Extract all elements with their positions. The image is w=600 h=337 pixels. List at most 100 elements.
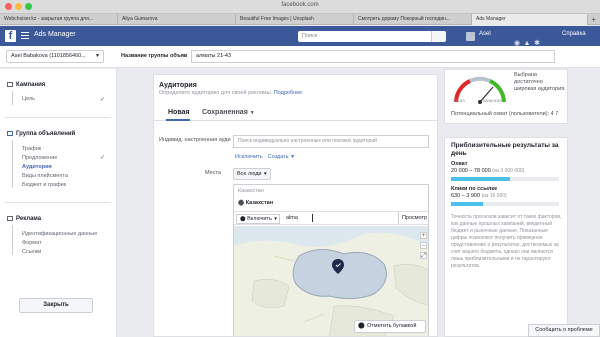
location-map[interactable]: + − ⤢ ⬤ Отметить булавкой bbox=[234, 226, 428, 336]
account-name: Asel Babakova (1101856460... bbox=[11, 53, 86, 59]
screen: facebook.com Webchoiser.kz - закрытая гр… bbox=[0, 0, 600, 337]
app-title: Ads Manager bbox=[34, 31, 76, 38]
divider bbox=[5, 202, 111, 203]
zoom-out-icon[interactable]: − bbox=[420, 242, 427, 249]
user-name[interactable]: Asel bbox=[479, 31, 491, 37]
chevron-down-icon: ▼ bbox=[249, 110, 255, 116]
preview-button[interactable]: Просмотр bbox=[398, 212, 428, 224]
estimated-results-panel: Приблизительные результаты за день Охват… bbox=[444, 137, 568, 337]
browser-tab[interactable]: Webchoiser.kz - закрытая группа для... bbox=[0, 14, 118, 25]
audience-size-panel: Узкая Широкая Выбрана достаточно широкая… bbox=[444, 69, 568, 124]
adset-name-label: Название группы объяв bbox=[121, 53, 188, 59]
adset-name-field[interactable]: алматы 21-43 bbox=[191, 50, 555, 63]
facebook-logo[interactable]: f bbox=[5, 30, 16, 42]
clicks-value: 630 – 3 900 (из 16 000) bbox=[451, 193, 507, 199]
address-bar[interactable]: facebook.com bbox=[0, 2, 600, 8]
report-problem-button[interactable]: Сообщить о проблеме bbox=[528, 324, 600, 337]
location-search-input[interactable]: alma bbox=[286, 215, 298, 221]
search-input[interactable]: Поиск bbox=[298, 31, 446, 42]
browser-tab[interactable]: Смотреть дораму Покорный господин... bbox=[354, 14, 472, 25]
check-icon: ✓ bbox=[100, 97, 106, 103]
new-tab-icon[interactable]: + bbox=[591, 14, 596, 25]
search-button[interactable] bbox=[431, 31, 446, 42]
create-link[interactable]: Создать bbox=[268, 154, 289, 160]
exclude-link[interactable]: Исключить bbox=[235, 154, 263, 160]
divider bbox=[5, 117, 111, 118]
avatar[interactable] bbox=[466, 32, 475, 41]
sidebar-item-objective[interactable]: Цель bbox=[22, 96, 35, 102]
browser-titlebar: facebook.com bbox=[0, 0, 600, 14]
chevron-down-icon: ▼ bbox=[290, 154, 296, 160]
chevron-down-icon: ▼ bbox=[95, 53, 100, 59]
sidebar-section-campaign[interactable]: Кампания bbox=[7, 82, 45, 88]
ad-icon bbox=[7, 216, 13, 221]
browser-tab[interactable]: Beautiful Free Images | Unsplash bbox=[236, 14, 354, 25]
clicks-bar-fill bbox=[451, 202, 484, 206]
results-title: Приблизительные результаты за день bbox=[451, 142, 559, 157]
sidebar-item-offer[interactable]: Предложение bbox=[22, 155, 57, 161]
browser-tab[interactable]: Aliya Gumarova bbox=[118, 14, 236, 25]
account-selector[interactable]: Asel Babakova (1101856460... ▼ bbox=[6, 50, 104, 63]
sidebar-item-audience[interactable]: Аудитория bbox=[22, 164, 52, 170]
sidebar-item-placements[interactable]: Виды плейсмента bbox=[22, 173, 68, 179]
text-cursor bbox=[312, 214, 313, 222]
context-bar: Asel Babakova (1101856460... ▼ Название … bbox=[0, 46, 600, 68]
sidebar-section-adset[interactable]: Группа объявлений bbox=[7, 131, 75, 137]
campaign-icon bbox=[7, 82, 13, 87]
gauge-wide-label: Широкая bbox=[483, 98, 502, 103]
menu-icon[interactable] bbox=[21, 32, 29, 41]
check-icon: ✓ bbox=[100, 155, 106, 161]
reach-bar bbox=[451, 177, 559, 181]
audience-links: Исключить · Создать ▼ bbox=[235, 154, 295, 160]
clicks-bar bbox=[451, 202, 559, 206]
audience-card: Аудитория Определите аудиторию для своей… bbox=[153, 74, 438, 337]
scrollbar[interactable] bbox=[596, 69, 600, 337]
custom-audience-input[interactable]: Поиск индивидуально настроенных или похо… bbox=[233, 135, 429, 148]
potential-reach: Потенциальный охват (пользователи): 4 7 bbox=[451, 111, 559, 117]
pin-icon: ⬤ bbox=[358, 323, 365, 329]
audience-title: Аудитория bbox=[159, 82, 197, 89]
audience-tabs: Новая Сохраненная ▼ bbox=[154, 104, 437, 121]
location-group-header: Казахстан bbox=[238, 188, 264, 194]
learn-more-link[interactable]: Подробнее bbox=[274, 90, 303, 96]
drop-pin-button[interactable]: ⬤ Отметить булавкой bbox=[354, 320, 426, 333]
pin-icon: ⬤ bbox=[238, 200, 245, 206]
clicks-label: Клики по ссылке bbox=[451, 186, 498, 192]
places-label: Места bbox=[205, 170, 221, 176]
sidebar: Кампания Цель ✓ Группа объявлений Трафик… bbox=[0, 69, 117, 337]
pin-icon: ⬤ bbox=[240, 216, 246, 222]
right-panel: Узкая Широкая Выбрана достаточно широкая… bbox=[444, 69, 568, 337]
adset-icon bbox=[7, 131, 13, 136]
sidebar-item-identity[interactable]: Идентификационные данные bbox=[22, 231, 97, 237]
browser-tab-active[interactable]: Ads Manager bbox=[472, 14, 588, 25]
location-item[interactable]: ⬤ Казахстан bbox=[238, 200, 273, 206]
reach-value: 20 000 – 78 000 (из 3 000 000) bbox=[451, 168, 525, 174]
fb-top-bar: f Ads Manager Поиск Asel ◉ ▲ ✱ Справка bbox=[0, 26, 600, 47]
sidebar-section-ad[interactable]: Реклама bbox=[7, 216, 41, 222]
tab-new[interactable]: Новая bbox=[168, 109, 190, 116]
reach-bar-fill bbox=[451, 177, 511, 181]
sidebar-item-format[interactable]: Формат bbox=[22, 240, 42, 246]
include-select[interactable]: ⬤ Включить ▼ bbox=[236, 214, 280, 224]
search-placeholder: Поиск bbox=[302, 33, 318, 39]
sidebar-item-traffic[interactable]: Трафик bbox=[22, 146, 41, 152]
gauge-narrow-label: Узкая bbox=[453, 98, 465, 103]
places-select[interactable]: Все люди ▼ bbox=[233, 168, 271, 180]
tab-saved[interactable]: Сохраненная ▼ bbox=[202, 109, 255, 116]
reach-label: Охват bbox=[451, 161, 468, 167]
chevron-down-icon: ▼ bbox=[273, 216, 278, 221]
fullscreen-icon[interactable]: ⤢ bbox=[420, 252, 427, 259]
location-search-row: ⬤ Включить ▼ alma Просмотр bbox=[234, 211, 428, 225]
nav-line bbox=[12, 140, 13, 188]
results-disclaimer: Точность прогнозов зависит от таких факт… bbox=[451, 214, 562, 269]
sidebar-item-links[interactable]: Ссылки bbox=[22, 249, 41, 255]
location-box: Казахстан ⬤ Казахстан ⬤ Включить ▼ alma … bbox=[233, 184, 429, 336]
audience-subtitle: Определите аудиторию для своей рекламы. … bbox=[159, 90, 303, 96]
help-link[interactable]: Справка bbox=[562, 31, 586, 37]
browser-tabs: Webchoiser.kz - закрытая группа для... A… bbox=[0, 14, 600, 25]
close-button[interactable]: Закрыть bbox=[19, 298, 93, 313]
nav-line bbox=[12, 91, 13, 105]
zoom-in-icon[interactable]: + bbox=[420, 232, 427, 239]
sidebar-item-budget[interactable]: Бюджет и график bbox=[22, 182, 66, 188]
separator: · bbox=[264, 154, 267, 160]
